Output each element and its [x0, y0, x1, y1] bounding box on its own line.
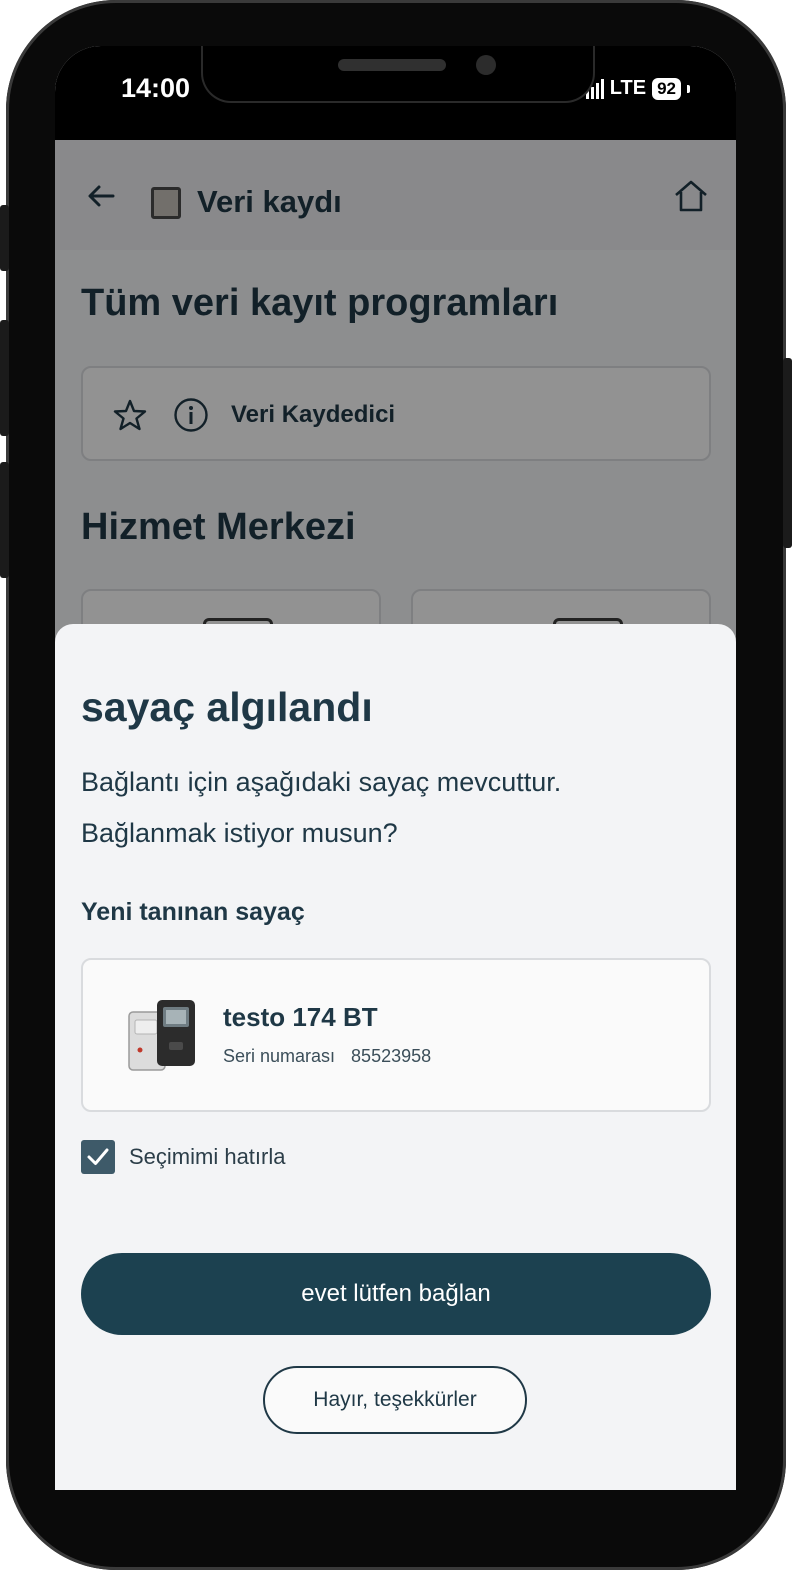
power-button: [783, 358, 792, 548]
serial-label: Seri numarası: [223, 1046, 336, 1066]
sheet-message-line-2: Bağlanmak istiyor musun?: [81, 818, 398, 848]
serial-row: Seri numarası 85523958: [223, 1046, 431, 1067]
screen: 14:00 LTE 92 Veri kaydı Tüm veri kayıt p…: [55, 46, 736, 1490]
remember-choice-row[interactable]: Seçimimi hatırla: [81, 1140, 285, 1174]
data-logger-device-image: [128, 1000, 195, 1071]
device-card[interactable]: testo 174 BT Seri numarası 85523958: [81, 958, 711, 1112]
status-indicators: LTE 92: [585, 77, 690, 100]
battery-level: 92: [652, 77, 681, 100]
sheet-title: sayaç algılandı: [81, 684, 373, 730]
serial-value: 85523958: [351, 1046, 432, 1066]
notch: [201, 46, 595, 103]
device-heading: Yeni tanınan sayaç: [81, 898, 305, 926]
remember-checkbox[interactable]: [81, 1140, 115, 1174]
status-time: 14:00: [121, 73, 191, 103]
sheet-message-line-1: Bağlantı için aşağıdaki sayaç mevcuttur.: [81, 767, 562, 797]
front-camera: [476, 55, 496, 75]
silent-switch: [0, 462, 9, 578]
remember-label: Seçimimi hatırla: [129, 1144, 286, 1169]
connect-button[interactable]: evet lütfen bağlan: [81, 1253, 711, 1335]
network-type: LTE: [609, 77, 647, 99]
decline-button[interactable]: Hayır, teşekkürler: [263, 1366, 527, 1434]
device-detected-sheet: sayaç algılandı Bağlantı için aşağıdaki …: [55, 624, 736, 1490]
checkmark-icon: [87, 1148, 109, 1165]
device-name: testo 174 BT: [223, 1002, 378, 1032]
sheet-message: Bağlantı için aşağıdaki sayaç mevcuttur.…: [81, 757, 701, 859]
battery-icon: [687, 84, 690, 93]
speaker-grille: [338, 59, 446, 71]
volume-up-button: [0, 205, 9, 271]
volume-down-button: [0, 320, 9, 436]
